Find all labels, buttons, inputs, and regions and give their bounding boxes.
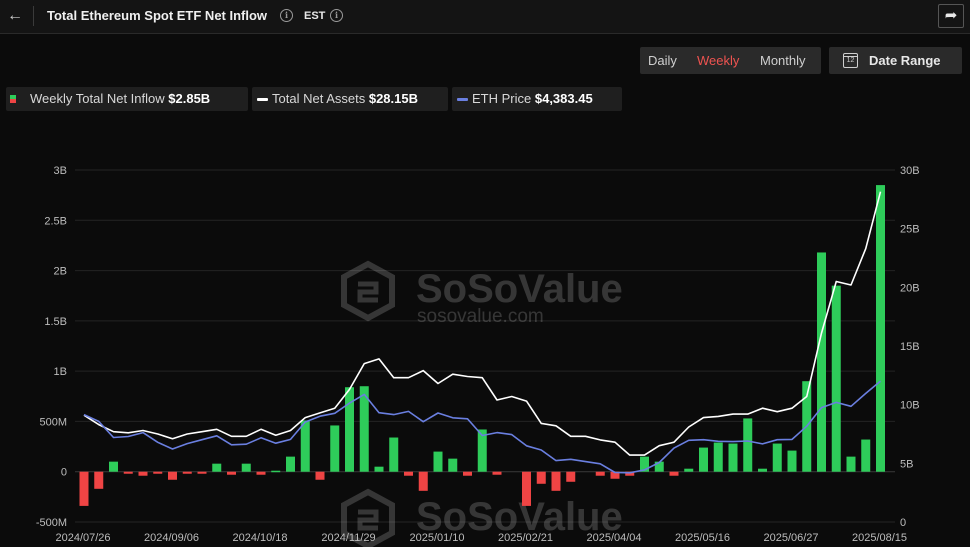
inflow-bar bbox=[522, 471, 531, 506]
inflow-bar bbox=[566, 471, 576, 482]
inflow-bar bbox=[831, 285, 841, 472]
x-tick-label: 2024/07/26 bbox=[55, 532, 110, 544]
inflow-bar bbox=[699, 447, 708, 472]
y-left-tick-label: 3B bbox=[54, 165, 67, 177]
inflow-bar bbox=[861, 439, 871, 472]
inflow-bar bbox=[463, 471, 472, 476]
y-right-tick-label: 25B bbox=[900, 224, 920, 236]
x-tick-label: 2025/04/04 bbox=[586, 532, 641, 544]
inflow-bar bbox=[79, 471, 89, 506]
inflow-bar bbox=[551, 471, 561, 491]
inflow-bar bbox=[197, 471, 207, 474]
inflow-bar bbox=[669, 471, 679, 476]
x-tick-label: 2025/02/21 bbox=[498, 532, 553, 544]
inflow-bar bbox=[271, 470, 281, 473]
y-right-tick-label: 30B bbox=[900, 165, 920, 177]
inflow-bar bbox=[256, 471, 266, 475]
axes: -500M 0 500M 1B 1.5B 2B 2.5B 3B 0 5B 10B 15B 20B 25B 3… bbox=[36, 165, 920, 544]
inflow-bar bbox=[123, 471, 133, 474]
inflow-bar bbox=[286, 456, 295, 472]
y-left-tick-label: 2B bbox=[54, 266, 67, 278]
inflow-bar bbox=[743, 418, 753, 472]
inflow-bar bbox=[448, 458, 458, 472]
inflow-bar bbox=[389, 437, 399, 472]
inflow-bar bbox=[182, 471, 192, 474]
watermark: SoSoValue sosovalue.com SoSoValue bbox=[341, 260, 623, 547]
inflow-bar bbox=[536, 471, 546, 484]
inflow-bar bbox=[787, 450, 797, 472]
inflow-bar bbox=[728, 443, 738, 472]
y-right-tick-label: 15B bbox=[900, 341, 920, 353]
x-tick-label: 2024/09/06 bbox=[144, 532, 199, 544]
y-left-tick-label: -500M bbox=[36, 517, 67, 529]
x-tick-label: 2025/05/16 bbox=[675, 532, 730, 544]
bar-series bbox=[79, 185, 885, 506]
x-tick-label: 2025/01/10 bbox=[409, 532, 464, 544]
inflow-bar bbox=[758, 468, 767, 472]
inflow-bar bbox=[846, 456, 856, 472]
inflow-bar bbox=[817, 252, 826, 472]
x-tick-label: 2024/10/18 bbox=[232, 532, 287, 544]
inflow-bar bbox=[109, 461, 118, 472]
inflow-bar bbox=[138, 471, 148, 476]
inflow-bar bbox=[153, 471, 163, 474]
y-left-tick-label: 1.5B bbox=[44, 316, 67, 328]
inflow-bar bbox=[315, 471, 325, 480]
y-right-tick-label: 5B bbox=[900, 458, 913, 470]
inflow-bar bbox=[433, 451, 443, 472]
inflow-bar bbox=[684, 468, 694, 472]
inflow-bar bbox=[374, 466, 384, 472]
inflow-bar bbox=[418, 471, 428, 491]
y-right-tick-label: 10B bbox=[900, 400, 920, 412]
sosovalue-logo-icon bbox=[341, 260, 395, 322]
inflow-bar bbox=[300, 420, 310, 472]
y-right-tick-label: 0 bbox=[900, 517, 906, 529]
x-tick-label: 2024/11/29 bbox=[321, 532, 375, 544]
inflow-bar bbox=[212, 463, 222, 472]
inflow-bar bbox=[713, 442, 723, 472]
inflow-bar bbox=[772, 443, 782, 472]
x-tick-label: 2025/08/15 bbox=[852, 532, 907, 544]
x-tick-label: 2025/06/27 bbox=[763, 532, 818, 544]
inflow-bar bbox=[241, 463, 251, 472]
inflow-bar bbox=[595, 471, 605, 476]
y-right-tick-label: 20B bbox=[900, 282, 920, 294]
y-left-tick-label: 500M bbox=[39, 416, 67, 428]
watermark-url: sosovalue.com bbox=[417, 306, 544, 327]
inflow-bar bbox=[876, 185, 885, 472]
watermark-brand: SoSoValue bbox=[416, 267, 623, 311]
inflow-bar bbox=[227, 471, 236, 475]
y-left-tick-label: 1B bbox=[54, 366, 67, 378]
inflow-bar bbox=[94, 471, 104, 489]
net-inflow-chart[interactable]: SoSoValue sosovalue.com SoSoValue -500M 0… bbox=[0, 0, 970, 547]
y-left-tick-label: 0 bbox=[61, 467, 67, 479]
inflow-bar bbox=[404, 471, 413, 476]
inflow-bar bbox=[168, 471, 177, 480]
inflow-bar bbox=[492, 471, 502, 475]
y-left-tick-label: 2.5B bbox=[44, 215, 67, 227]
inflow-bar bbox=[345, 387, 354, 472]
inflow-bar bbox=[330, 425, 340, 472]
